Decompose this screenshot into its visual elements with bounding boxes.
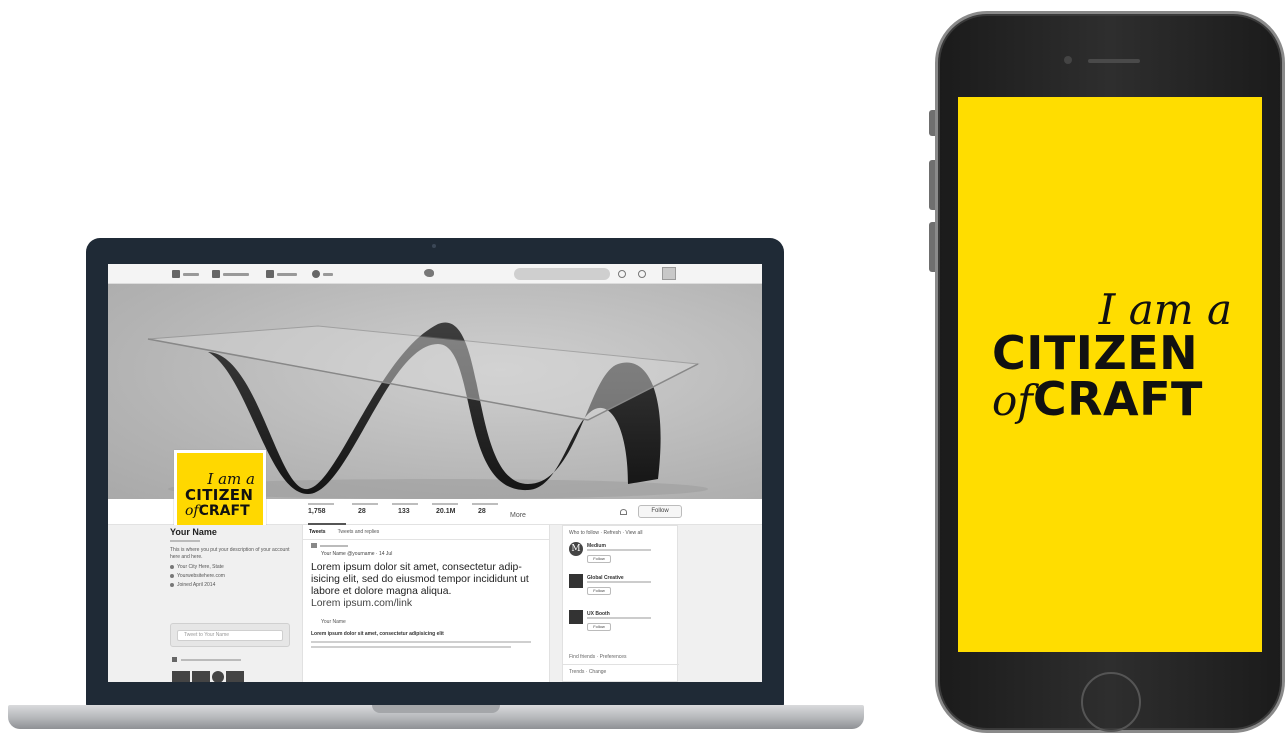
tweet-second-text: Lorem ipsum dolor sit amet, consectetur … xyxy=(311,631,444,637)
photo-thumb[interactable] xyxy=(172,671,190,682)
tweet-author[interactable]: Your Name @yourname · 14 Jul xyxy=(321,551,543,557)
tweet-text: Lorem ipsum dolor sit amet, consectetur … xyxy=(311,562,529,597)
stat-favorites[interactable]: 28 xyxy=(472,503,510,516)
tweet-item: Your Name @yourname · 14 Jul Lorem ipsum… xyxy=(303,539,551,652)
suggestion-item: UX Booth Follow xyxy=(569,610,673,638)
follow-button[interactable]: Follow xyxy=(638,505,682,518)
hash-icon xyxy=(266,270,274,278)
profile-body: Your Name This is where you put your des… xyxy=(108,525,762,682)
suggestion-item: Global Creative Follow xyxy=(569,574,673,602)
photo-thumb[interactable] xyxy=(226,671,244,682)
profile-handle xyxy=(170,540,200,542)
profile-info: Your Name This is where you put your des… xyxy=(170,527,290,588)
stat-followers[interactable]: 20.1M xyxy=(432,503,470,516)
messages-icon[interactable] xyxy=(618,270,626,278)
tweet-link[interactable]: Lorem ipsum.com/link xyxy=(311,598,543,610)
stat-photos[interactable]: 28 xyxy=(352,503,390,516)
profile-website[interactable]: Yourwebsitehere.com xyxy=(170,573,290,579)
find-friends-link[interactable]: Find friends · Preferences xyxy=(569,654,627,660)
phone-camera xyxy=(1064,56,1072,64)
more-menu[interactable]: More xyxy=(510,512,526,519)
pin-icon xyxy=(311,543,317,548)
user-icon xyxy=(312,270,320,278)
ux-avatar-icon xyxy=(569,610,583,624)
profile-name: Your Name xyxy=(170,527,217,537)
nav-me[interactable] xyxy=(312,269,333,279)
search-input[interactable] xyxy=(514,268,610,280)
home-icon xyxy=(172,270,180,278)
follow-suggestion-button[interactable]: Follow xyxy=(587,555,611,563)
stat-following[interactable]: 133 xyxy=(392,503,430,516)
timeline-tabs: Tweets Tweets and replies xyxy=(303,525,549,540)
qr-avatar-icon xyxy=(569,574,583,588)
laptop-lid: 1,758 28 133 20.1M 28 More Follow I am a… xyxy=(86,238,784,708)
profile-bio: This is where you put your description o… xyxy=(170,547,290,560)
link-icon xyxy=(170,574,174,578)
timeline: Tweets Tweets and replies Your Name @you… xyxy=(302,525,550,682)
trends-heading: Trends · Change xyxy=(563,664,679,679)
tweet-to-input[interactable]: Tweet to Your Name xyxy=(177,630,283,641)
tweet-meta xyxy=(311,543,543,548)
stat-tweets[interactable]: 1,758 xyxy=(308,503,346,525)
tab-tweets-replies[interactable]: Tweets and replies xyxy=(338,529,380,535)
laptop-camera xyxy=(432,244,436,248)
people-icon xyxy=(172,657,177,662)
nav-home[interactable] xyxy=(172,269,199,279)
nav-discover[interactable] xyxy=(266,269,297,279)
phone-home-button[interactable] xyxy=(1081,672,1141,732)
nav-notifications[interactable] xyxy=(212,269,249,279)
photo-thumbnails xyxy=(172,671,244,682)
tab-tweets[interactable]: Tweets xyxy=(309,529,326,535)
settings-icon[interactable] xyxy=(638,270,646,278)
tweet-sub-author[interactable]: Your Name xyxy=(321,619,543,625)
compose-tweet-button[interactable] xyxy=(662,267,676,280)
photo-thumb[interactable] xyxy=(212,671,224,682)
suggestion-item: M Medium Follow xyxy=(569,542,673,570)
follow-suggestion-button[interactable]: Follow xyxy=(587,623,611,631)
profile-joined: Joined April 2014 xyxy=(170,582,290,588)
tweet-to-box: Tweet to Your Name xyxy=(170,623,290,647)
laptop-notch xyxy=(372,705,500,713)
follow-suggestion-button[interactable]: Follow xyxy=(587,587,611,595)
twitter-bird-icon xyxy=(424,269,434,277)
followers-you-know xyxy=(172,657,241,662)
laptop-screen: 1,758 28 133 20.1M 28 More Follow I am a… xyxy=(108,264,762,682)
phone-speaker xyxy=(1088,59,1140,63)
bell-icon xyxy=(212,270,220,278)
location-pin-icon xyxy=(170,565,174,569)
profile-location: Your City Here, State xyxy=(170,564,290,570)
who-to-follow-panel: Who to follow · Refresh · View all M Med… xyxy=(562,525,679,682)
twitter-top-nav xyxy=(108,264,762,284)
calendar-icon xyxy=(170,583,174,587)
who-to-follow-heading: Who to follow · Refresh · View all xyxy=(569,530,643,536)
heart-icon[interactable] xyxy=(620,509,627,515)
citizen-of-craft-logo: I am a CITIZEN ofCRAFT xyxy=(992,285,1232,426)
phone: I am a CITIZEN ofCRAFT xyxy=(935,11,1285,733)
laptop-base xyxy=(8,705,864,729)
phone-screen: I am a CITIZEN ofCRAFT xyxy=(958,97,1262,652)
photo-thumb[interactable] xyxy=(192,671,210,682)
medium-logo-icon: M xyxy=(569,542,583,556)
stage: 1,758 28 133 20.1M 28 More Follow I am a… xyxy=(0,0,1287,735)
